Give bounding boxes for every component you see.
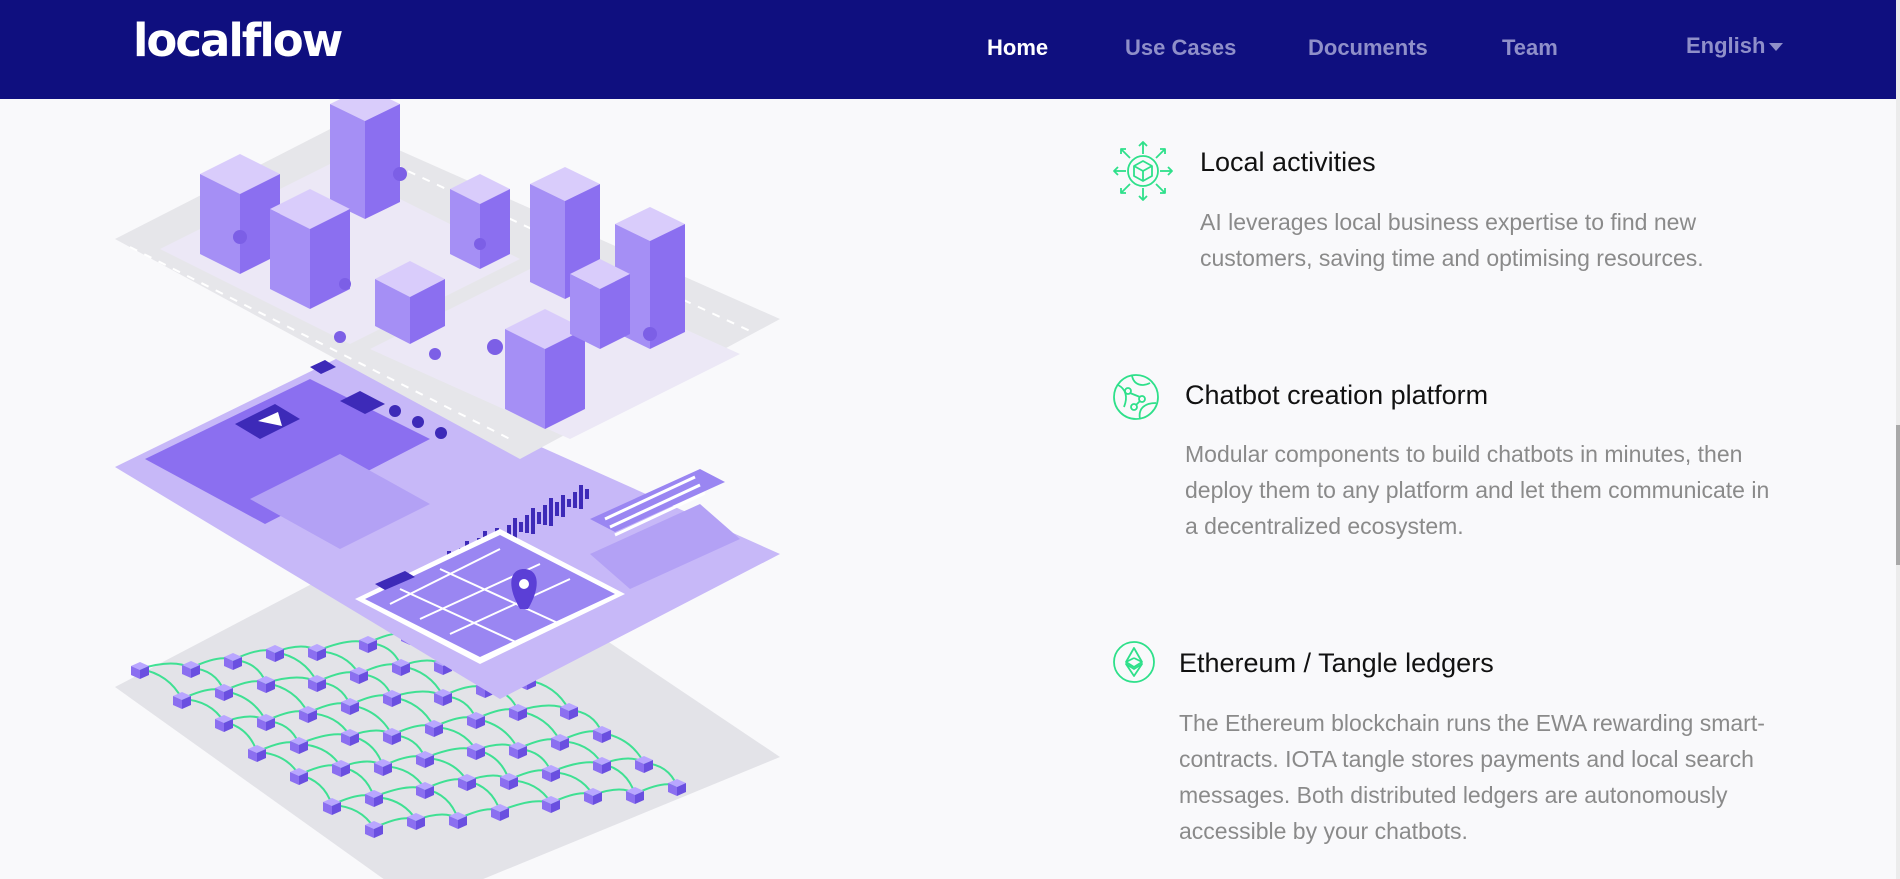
building-i: [570, 259, 630, 349]
feature-title-chatbot-platform: Chatbot creation platform: [1185, 380, 1489, 410]
nav-documents[interactable]: Documents: [1308, 35, 1428, 61]
top-navbar: localflow Home Use Cases Documents Team …: [0, 0, 1896, 99]
language-selector[interactable]: English: [1686, 33, 1784, 59]
language-label: English: [1686, 33, 1766, 58]
equalizer-bar: [531, 508, 535, 534]
ethereum-icon: [1113, 641, 1155, 683]
nav-team[interactable]: Team: [1502, 35, 1558, 61]
equalizer-bar: [579, 485, 583, 509]
caret-down-icon: [1769, 43, 1784, 52]
building-a: [200, 154, 280, 274]
page-scrollbar-thumb[interactable]: [1896, 425, 1900, 565]
building-c: [270, 189, 350, 309]
equalizer-bar: [525, 515, 529, 533]
feature-desc-chatbot-platform: Modular components to build chatbots in …: [1185, 441, 1770, 539]
building-g: [450, 174, 510, 269]
equalizer-bar: [549, 498, 553, 526]
equalizer-bar: [567, 499, 571, 507]
cube-arrows-icon: [1113, 141, 1173, 201]
building-b: [330, 99, 400, 219]
isometric-illustration: [115, 99, 780, 879]
feature-title-ethereum-tangle: Ethereum / Tangle ledgers: [1179, 648, 1494, 678]
feature-desc-local-activities: AI leverages local business expertise to…: [1200, 209, 1704, 271]
city-layer: [115, 99, 780, 459]
equalizer-bar: [537, 512, 541, 524]
network-globe-icon: [1113, 374, 1159, 420]
equalizer-bar: [519, 522, 523, 532]
equalizer-bar: [561, 495, 565, 517]
nav-use-cases[interactable]: Use Cases: [1125, 35, 1236, 61]
equalizer-bar: [555, 502, 559, 516]
equalizer-bar: [543, 505, 547, 525]
equalizer-bar: [573, 492, 577, 508]
logo[interactable]: localflow: [133, 14, 343, 67]
equalizer-bar: [585, 489, 589, 499]
nav-home[interactable]: Home: [987, 35, 1048, 61]
feature-title-local-activities: Local activities: [1200, 147, 1376, 177]
feature-desc-ethereum-tangle: The Ethereum blockchain runs the EWA rew…: [1179, 710, 1765, 844]
